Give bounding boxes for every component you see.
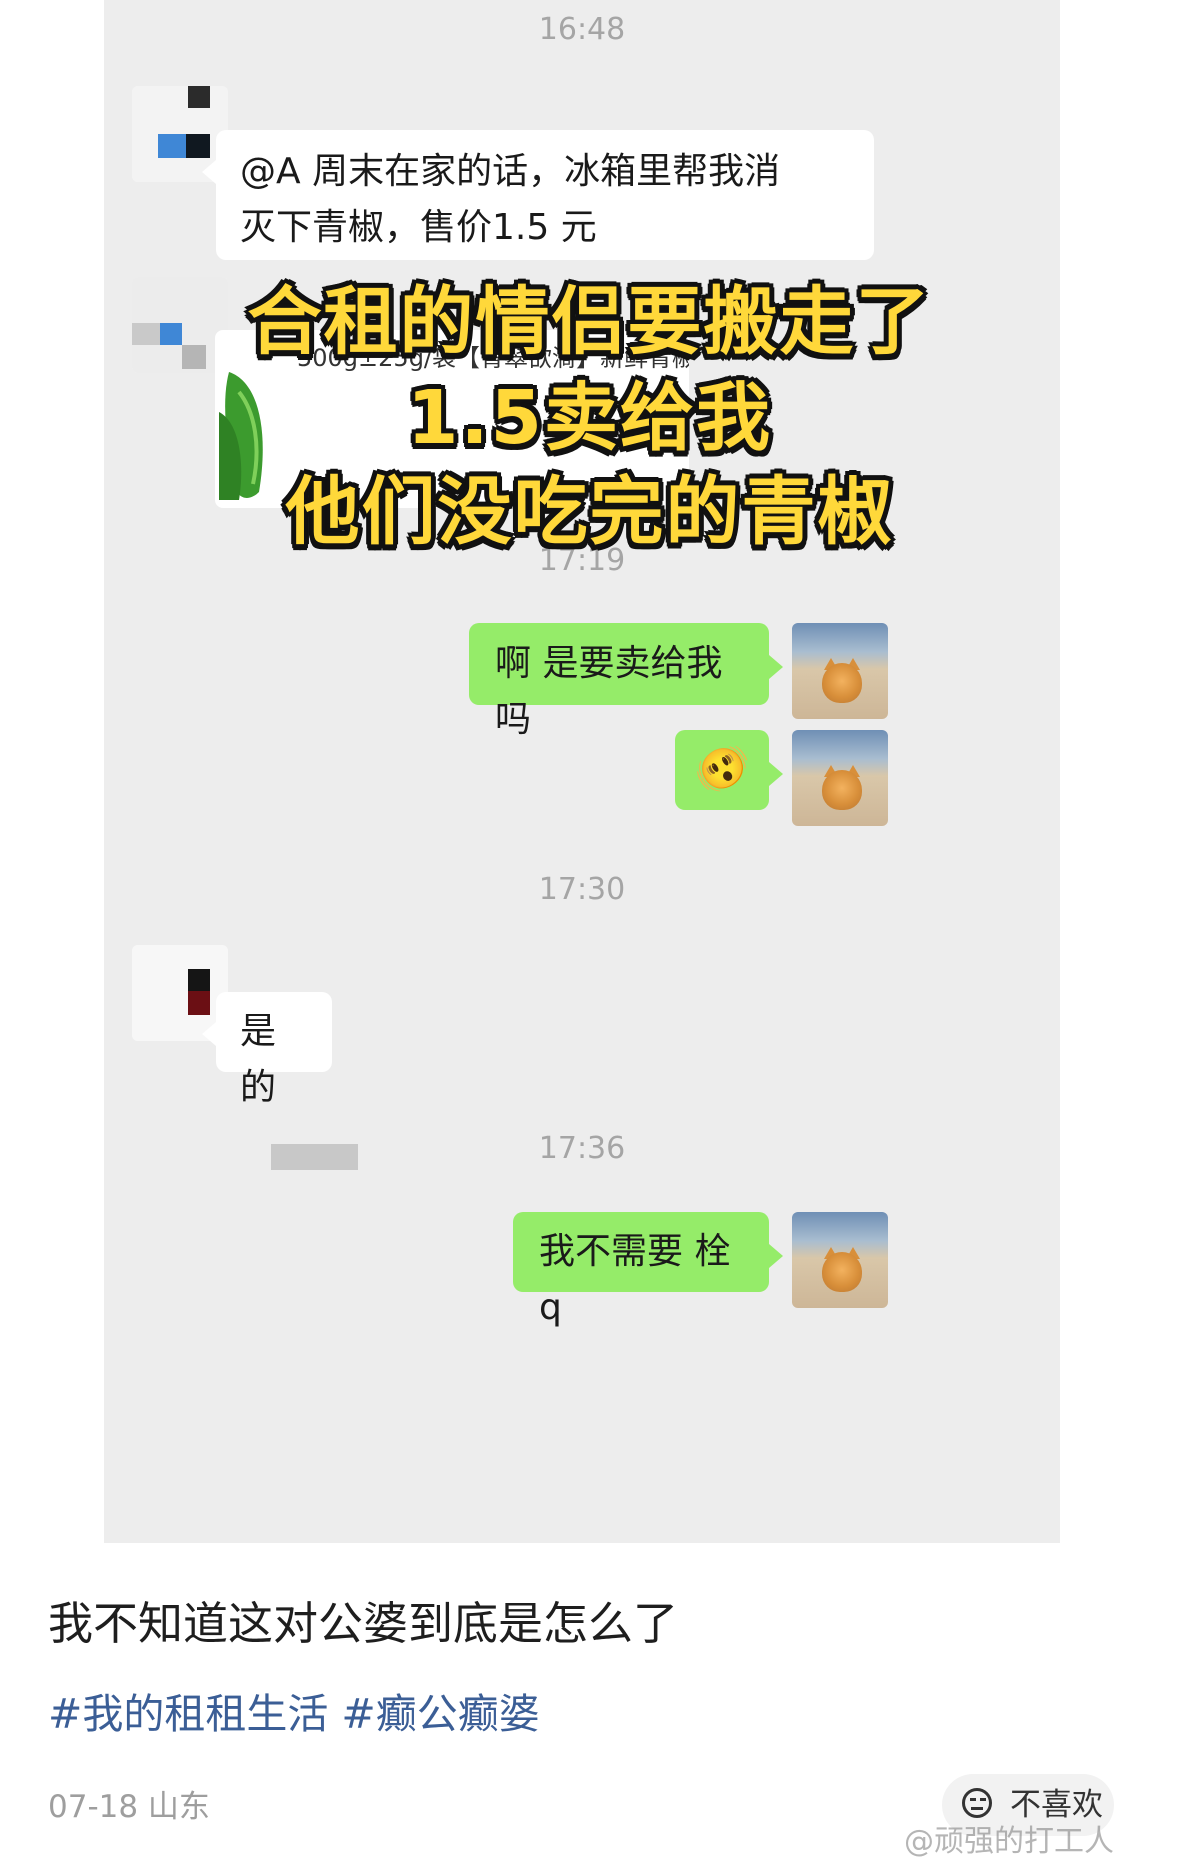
overlay-headline-line2: 1.5卖给我 [406,375,773,461]
message-text: 是的 [240,1011,277,1108]
cat-icon [822,663,862,703]
message-bubble-incoming[interactable]: @A 周末在家的话，冰箱里帮我消 灭下青椒，售价1.5 元 [202,130,874,260]
timestamp: 16:48 [538,12,626,47]
nickname-redacted [271,1144,358,1170]
message-bubble-outgoing[interactable]: 我不需要 栓 q [513,1212,783,1328]
message-text-line: 灭下青椒，售价1.5 元 [240,207,597,248]
message-bubble-outgoing[interactable]: 啊 是要卖给我吗 [469,623,783,740]
message-text: 我不需要 栓 q [539,1231,731,1328]
my-avatar[interactable] [792,623,888,719]
post-caption: 我不知道这对公婆到底是怎么了 [48,1597,679,1650]
emoji-bubble-outgoing[interactable]: 🫨 [675,730,783,810]
cat-icon [822,770,862,810]
my-avatar[interactable] [792,1212,888,1308]
shocked-face-emoji-icon: 🫨 [694,744,750,795]
cat-icon [822,1252,862,1292]
watermark: @顽强的打工人 [904,1824,1114,1859]
overlay-headline-line3: 他们没吃完的青椒 [285,469,894,555]
timestamp: 17:36 [538,1131,626,1166]
timestamp: 17:30 [538,872,626,907]
message-text-line: @A 周末在家的话，冰箱里帮我消 [240,151,781,192]
message-text: 啊 是要卖给我吗 [495,643,723,740]
overlay-headline-line1: 合租的情侣要搬走了 [247,279,932,365]
message-bubble-incoming[interactable]: 是的 [202,992,332,1108]
chat-screenshot: 16:48 @A 周末在家的话，冰箱里帮我消 灭下青椒，售价1.5 元 500g… [104,0,1060,1543]
post-date-location: 07-18 山东 [48,1789,210,1825]
post-hashtags[interactable]: #我的租租生活 #癫公癫婆 [48,1680,540,1740]
my-avatar[interactable] [792,730,888,826]
unhappy-face-icon [962,1788,992,1818]
